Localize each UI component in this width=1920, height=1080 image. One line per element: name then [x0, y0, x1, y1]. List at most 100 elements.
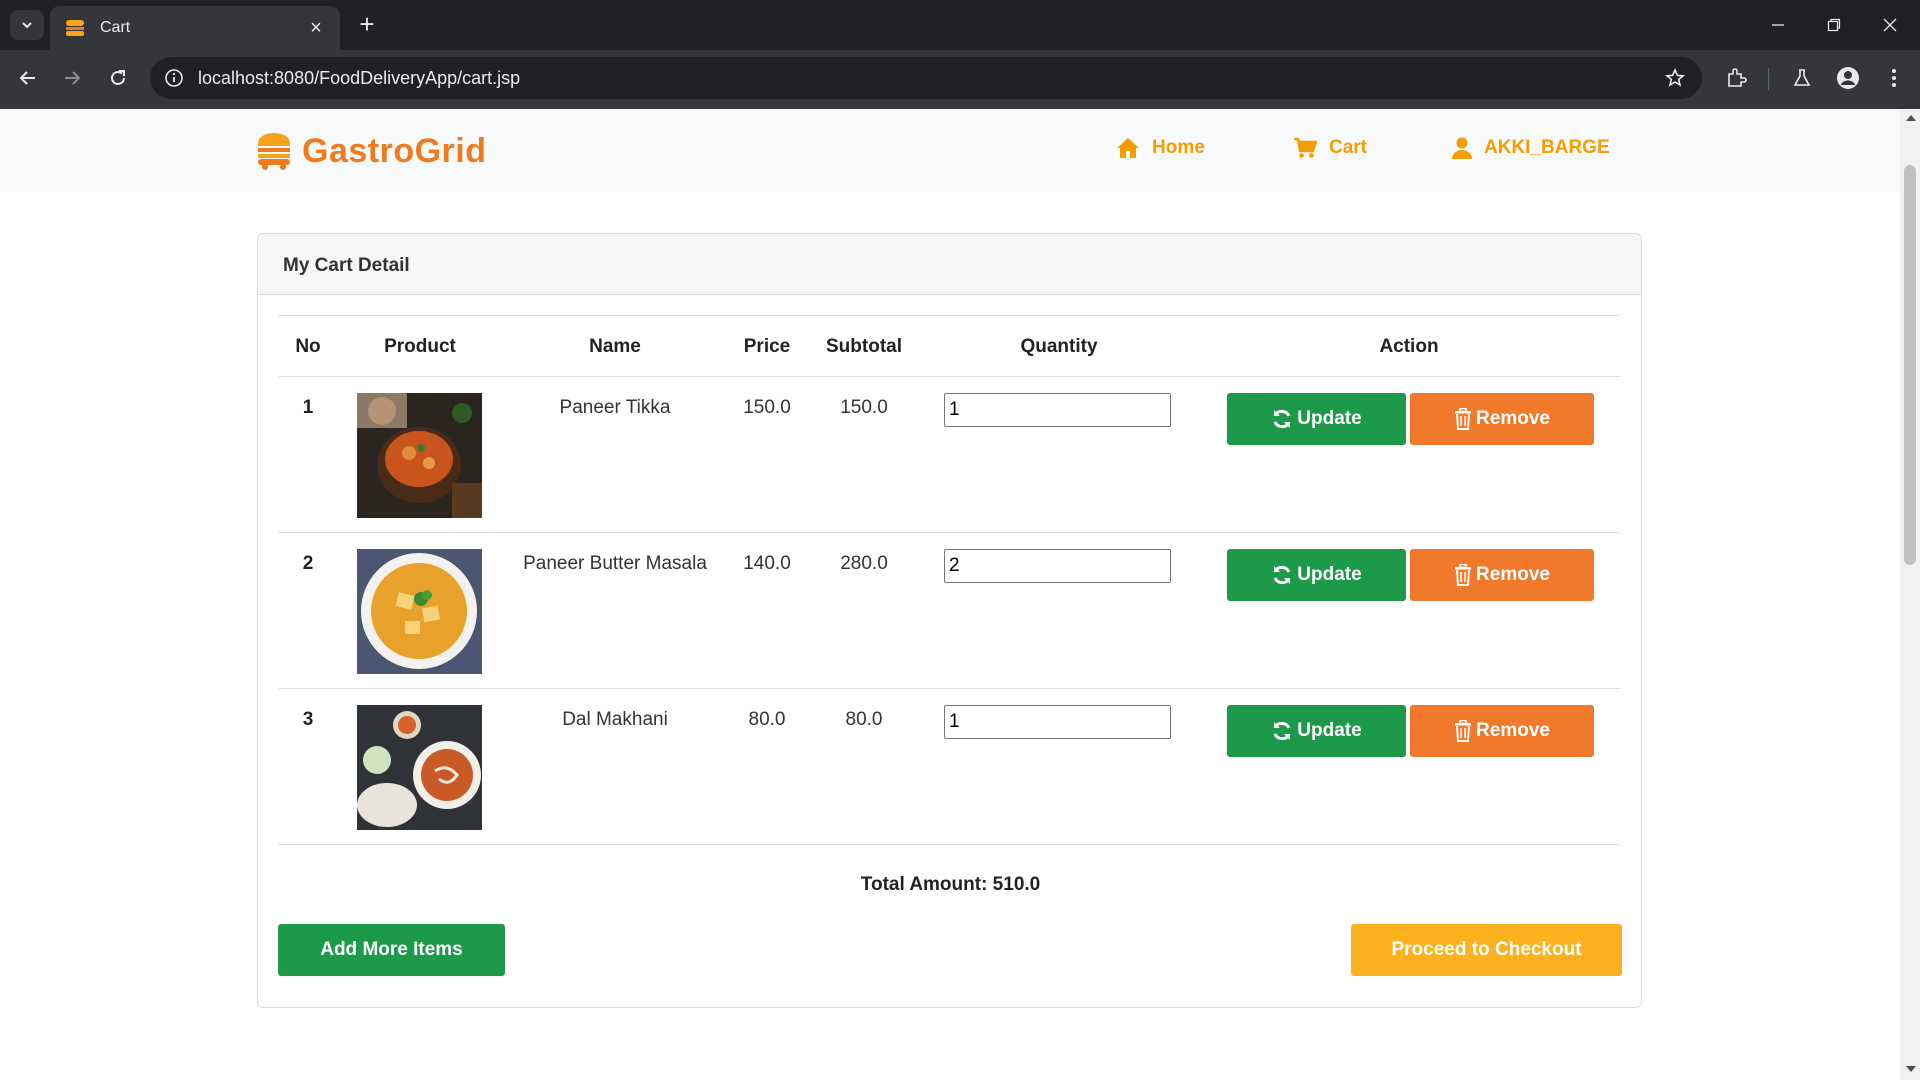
tab-close-icon[interactable]: × [306, 18, 326, 38]
nav-home-link[interactable]: Home [1116, 137, 1205, 159]
minimize-icon [1772, 24, 1784, 26]
update-button[interactable]: Update [1227, 705, 1406, 757]
cart-table-header: No Product Name Price Subtotal Quantity … [278, 315, 1621, 377]
arrow-right-icon [65, 71, 81, 85]
remove-button[interactable]: Remove [1410, 549, 1594, 601]
brand-logo[interactable]: GastroGrid [256, 131, 486, 171]
profile-avatar-icon[interactable] [1832, 62, 1864, 94]
site-info-icon[interactable] [164, 68, 184, 88]
update-label: Update [1297, 408, 1362, 429]
quantity-input[interactable] [944, 549, 1171, 583]
bookmark-star-icon[interactable] [1662, 65, 1688, 91]
refresh-icon [1273, 409, 1291, 429]
chevron-down-icon [22, 22, 32, 29]
remove-label: Remove [1476, 408, 1550, 429]
restore-button[interactable] [1806, 0, 1862, 50]
update-button[interactable]: Update [1227, 393, 1406, 445]
add-more-items-button[interactable]: Add More Items [278, 924, 505, 976]
minimize-button[interactable] [1750, 0, 1806, 50]
tab-search-button[interactable] [10, 10, 44, 40]
arrow-left-icon [19, 71, 35, 85]
col-header-name: Name [589, 336, 641, 357]
paneer-tikka-image [357, 393, 482, 518]
col-header-product: Product [384, 336, 456, 357]
remove-button[interactable]: Remove [1410, 393, 1594, 445]
nav-home-label: Home [1152, 137, 1205, 158]
col-header-price: Price [743, 336, 791, 357]
address-bar[interactable]: localhost:8080/FoodDeliveryApp/cart.jsp [150, 57, 1702, 99]
item-name: Paneer Butter Masala [523, 553, 707, 574]
row-number: 3 [302, 709, 314, 730]
item-subtotal: 150.0 [840, 397, 888, 418]
user-icon [1452, 137, 1472, 159]
refresh-icon [1273, 721, 1291, 741]
col-header-action: Action [1379, 336, 1439, 357]
table-row: 2 Paneer Butter Masala 140.0 280.0 2 Upd… [278, 533, 1621, 689]
back-button[interactable] [10, 60, 46, 96]
item-price: 80.0 [748, 709, 786, 730]
trash-icon [1455, 564, 1472, 586]
nav-cart-link[interactable]: Cart [1293, 137, 1367, 159]
item-name: Paneer Tikka [559, 397, 671, 418]
col-header-subtotal: Subtotal [826, 336, 902, 357]
toolbar-divider [1768, 68, 1769, 90]
update-button[interactable]: Update [1227, 549, 1406, 601]
table-row: 3 Dal Makhani 80.0 80.0 1 Update Remove [278, 689, 1621, 845]
nav-cart-label: Cart [1329, 137, 1368, 158]
url-text[interactable]: localhost:8080/FoodDeliveryApp/cart.jsp [198, 68, 520, 89]
row-number: 1 [302, 397, 314, 418]
total-amount: Total Amount: 510.0 [860, 874, 1041, 895]
trash-icon [1455, 408, 1472, 430]
scrollbar-thumb[interactable] [1904, 165, 1916, 565]
quantity-input[interactable] [944, 705, 1171, 739]
update-label: Update [1297, 720, 1362, 741]
reload-button[interactable] [100, 60, 136, 96]
close-window-button[interactable] [1862, 0, 1918, 50]
table-row: 1 Paneer Tikka 150.0 150.0 1 Update Remo… [278, 377, 1621, 533]
brand-name: GastroGrid [302, 131, 487, 170]
forward-button[interactable] [54, 60, 90, 96]
item-name: Dal Makhani [562, 709, 668, 730]
quantity-input[interactable] [944, 393, 1171, 427]
update-label: Update [1297, 564, 1362, 585]
trash-icon [1455, 720, 1472, 742]
burger-logo-icon [258, 133, 290, 170]
labs-flask-icon[interactable] [1786, 62, 1818, 94]
cart-table: No Product Name Price Subtotal Quantity … [278, 315, 1621, 845]
item-subtotal: 80.0 [845, 709, 883, 730]
nav-user-label: AKKI_BARGE [1484, 137, 1610, 158]
kebab-menu-icon[interactable] [1878, 62, 1910, 94]
proceed-to-checkout-button[interactable]: Proceed to Checkout [1351, 924, 1622, 976]
item-price: 150.0 [743, 397, 791, 418]
restore-icon [1827, 18, 1841, 32]
dal-makhani-image [357, 705, 482, 830]
close-icon [1883, 18, 1897, 32]
new-tab-button[interactable]: + [352, 10, 382, 40]
item-subtotal: 280.0 [840, 553, 888, 574]
browser-toolbar: localhost:8080/FoodDeliveryApp/cart.jsp [0, 50, 1920, 109]
reload-icon [111, 70, 125, 85]
nav-user-link[interactable]: AKKI_BARGE [1452, 137, 1610, 159]
remove-label: Remove [1476, 564, 1550, 585]
cart-card: My Cart Detail No Product Name Price Sub… [257, 233, 1642, 1008]
col-header-no: No [295, 336, 321, 357]
cart-card-title: My Cart Detail [258, 234, 1641, 295]
browser-tab-bar: Cart × + [0, 0, 1920, 50]
extensions-icon[interactable] [1720, 62, 1752, 94]
col-header-quantity: Quantity [1020, 336, 1098, 357]
shopping-cart-icon [1294, 137, 1317, 158]
item-price: 140.0 [743, 553, 791, 574]
site-header: GastroGrid Home Cart AKKI_BARGE [0, 109, 1900, 192]
burger-icon [64, 17, 86, 39]
remove-button[interactable]: Remove [1410, 705, 1594, 757]
refresh-icon [1273, 565, 1291, 585]
home-icon [1117, 138, 1139, 158]
row-number: 2 [302, 553, 314, 574]
scroll-up-arrow-icon[interactable] [1906, 115, 1916, 121]
scroll-down-arrow-icon[interactable] [1906, 1066, 1916, 1072]
remove-label: Remove [1476, 720, 1550, 741]
tab-title: Cart [100, 19, 131, 36]
page-viewport: GastroGrid Home Cart AKKI_BARGE My Cart … [0, 109, 1900, 1080]
browser-tab[interactable]: Cart × [50, 6, 340, 50]
page-scrollbar[interactable] [1900, 109, 1920, 1080]
